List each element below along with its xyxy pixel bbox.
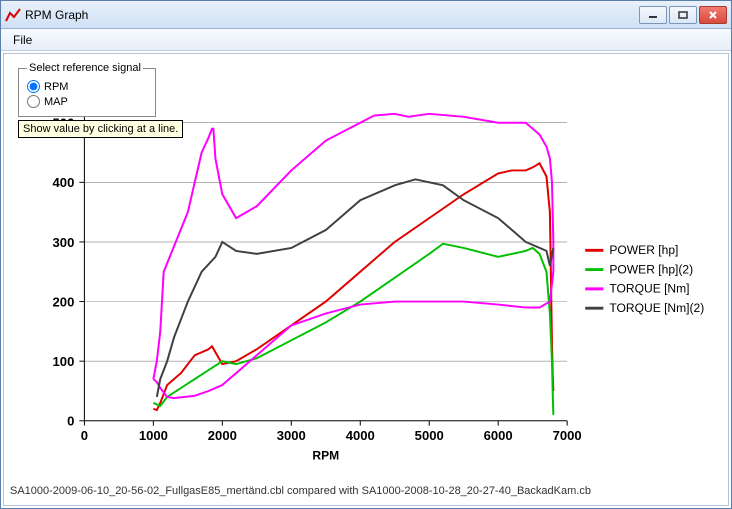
window-title: RPM Graph bbox=[25, 8, 639, 22]
svg-text:TORQUE [Nm]: TORQUE [Nm] bbox=[609, 282, 689, 296]
svg-text:100: 100 bbox=[53, 354, 75, 369]
svg-text:0: 0 bbox=[81, 428, 88, 443]
svg-text:TORQUE [Nm](2): TORQUE [Nm](2) bbox=[609, 301, 704, 315]
svg-text:3000: 3000 bbox=[277, 428, 306, 443]
svg-text:400: 400 bbox=[53, 175, 75, 190]
radio-map-label: MAP bbox=[44, 96, 68, 108]
app-icon bbox=[5, 7, 21, 23]
maximize-button[interactable] bbox=[669, 6, 697, 24]
svg-text:0: 0 bbox=[67, 414, 74, 429]
titlebar[interactable]: RPM Graph bbox=[1, 1, 731, 29]
svg-text:2000: 2000 bbox=[208, 428, 237, 443]
radio-rpm-label: RPM bbox=[44, 81, 68, 93]
svg-text:RPM: RPM bbox=[312, 449, 339, 463]
statusbar: SA1000-2009-06-10_20-56-02_FullgasE85_me… bbox=[10, 485, 722, 497]
radio-map[interactable]: MAP bbox=[27, 95, 149, 108]
radio-rpm[interactable]: RPM bbox=[27, 80, 149, 93]
svg-text:4000: 4000 bbox=[346, 428, 375, 443]
svg-text:300: 300 bbox=[53, 235, 75, 250]
svg-text:1000: 1000 bbox=[139, 428, 168, 443]
app-window: RPM Graph File Select reference signal R… bbox=[0, 0, 732, 509]
svg-text:200: 200 bbox=[53, 295, 75, 310]
client-area: Select reference signal RPM MAP Show val… bbox=[3, 53, 729, 506]
close-button[interactable] bbox=[699, 6, 727, 24]
minimize-button[interactable] bbox=[639, 6, 667, 24]
svg-text:POWER [hp](2): POWER [hp](2) bbox=[609, 263, 693, 277]
reference-signal-panel: Select reference signal RPM MAP bbox=[18, 62, 156, 117]
window-controls bbox=[639, 6, 727, 24]
radio-map-input[interactable] bbox=[27, 95, 40, 108]
radio-rpm-input[interactable] bbox=[27, 80, 40, 93]
svg-text:5000: 5000 bbox=[415, 428, 444, 443]
menu-file[interactable]: File bbox=[5, 31, 40, 49]
svg-text:POWER [hp]: POWER [hp] bbox=[609, 243, 678, 257]
reference-signal-legend: Select reference signal bbox=[27, 62, 143, 74]
menubar: File bbox=[1, 29, 731, 51]
svg-text:7000: 7000 bbox=[553, 428, 582, 443]
svg-text:6000: 6000 bbox=[484, 428, 513, 443]
hint-tooltip: Show value by clicking at a line. bbox=[18, 120, 183, 138]
